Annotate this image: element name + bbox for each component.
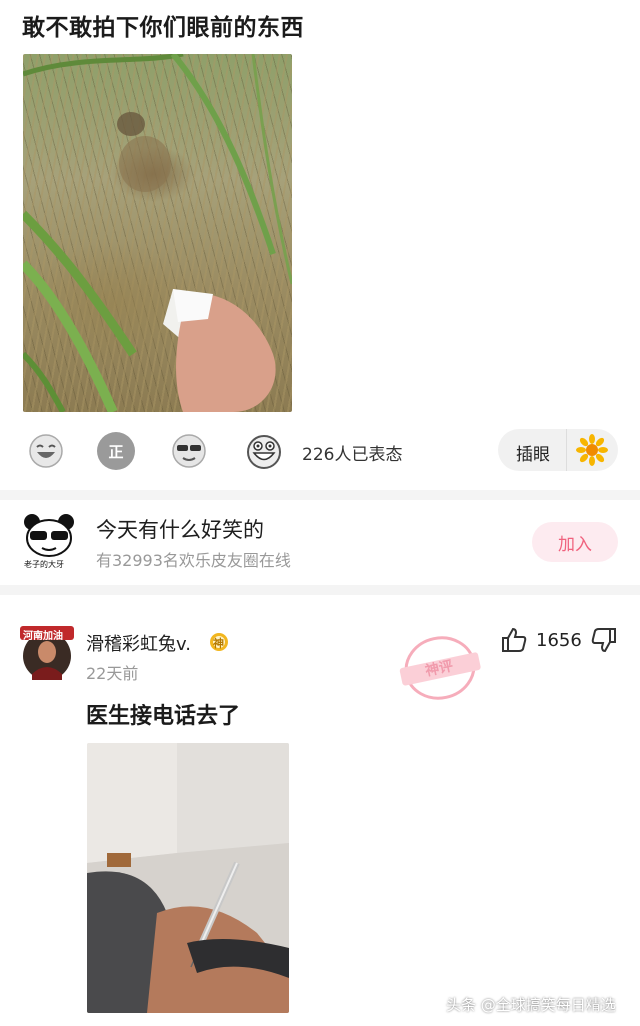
section-divider — [0, 490, 640, 500]
reaction-count: 226人已表态 — [302, 445, 403, 465]
laugh-icon[interactable] — [27, 432, 65, 470]
group-avatar[interactable]: 老子的大牙 — [20, 512, 78, 570]
insert-eye-label: 插眼 — [516, 445, 550, 465]
group-online-count: 有32993名欢乐皮友圈在线 — [96, 551, 291, 570]
zheng-icon[interactable]: 正 — [97, 432, 135, 470]
like-count: 1656 — [536, 630, 582, 651]
injection-photo-illustration — [87, 743, 289, 1013]
thumbs-down-icon[interactable] — [590, 626, 618, 654]
post-image[interactable] — [23, 54, 292, 412]
zheng-label: 正 — [108, 442, 124, 461]
group-name[interactable]: 今天有什么好笑的 — [96, 514, 264, 544]
user-avatar[interactable]: 河南加油 — [20, 624, 74, 682]
sunflower-icon — [576, 434, 608, 466]
god-badge-icon: 神 — [209, 632, 229, 652]
comment-image[interactable] — [87, 743, 289, 1013]
thumbs-up-icon[interactable] — [500, 626, 528, 654]
watermark: 头条 @全球搞笑每日精选 — [446, 996, 616, 1014]
join-button[interactable]: 加入 — [532, 522, 618, 562]
cool-sunglasses-icon[interactable] — [170, 432, 208, 470]
divider — [566, 429, 567, 471]
grass-photo-illustration — [23, 54, 292, 412]
god-badge-label: 神 — [213, 637, 224, 650]
post-title: 敢不敢拍下你们眼前的东西 — [22, 15, 304, 41]
user-avatar-caption: 河南加油 — [23, 631, 63, 642]
comment-text: 医生接电话去了 — [86, 704, 241, 729]
section-divider — [0, 585, 640, 595]
insert-eye-button[interactable]: 插眼 — [498, 429, 618, 471]
group-avatar-caption: 老子的大牙 — [24, 560, 64, 569]
grin-icon[interactable] — [245, 432, 283, 470]
username[interactable]: 滑稽彩虹兔v. — [86, 630, 191, 656]
shenping-stamp-icon: 神评 — [394, 630, 486, 706]
comment-time: 22天前 — [86, 664, 139, 683]
